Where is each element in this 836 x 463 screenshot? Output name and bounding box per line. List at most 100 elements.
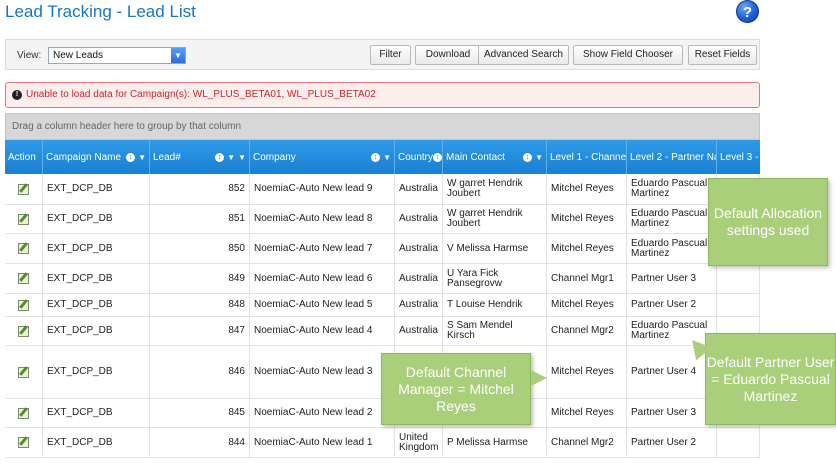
table-row[interactable]: EXT_DCP_DB 850 NoemiaC-Auto New lead 7 Aust… [5, 234, 760, 264]
filter-button[interactable]: Filter [370, 45, 411, 65]
cell-country: Australia [395, 205, 443, 233]
cell-level-1-channel: Channel Mgr1 [547, 264, 627, 293]
chevron-down-icon[interactable]: ▼ [171, 48, 185, 63]
cell-lead-number: 851 [150, 205, 250, 233]
error-message: ! Unable to load data for Campaign(s): W… [5, 82, 760, 108]
column-header-label: Action [8, 151, 36, 163]
sort-desc-icon[interactable]: ▼ [227, 153, 235, 162]
cell-action [5, 428, 43, 457]
column-header-action[interactable]: Action [5, 140, 43, 174]
cell-level-2-partner: Partner User 3 [627, 264, 717, 293]
table-row[interactable]: EXT_DCP_DB 851 NoemiaC-Auto New lead 8 Aust… [5, 205, 760, 234]
column-header-label: Company [253, 151, 296, 163]
column-header-level-3[interactable]: Level 3 - [717, 140, 760, 174]
cell-lead-number: 849 [150, 264, 250, 293]
cell-action [5, 234, 43, 263]
cell-level-1-channel: Channel Mgr2 [547, 428, 627, 457]
column-header-main-contact[interactable]: Main Contact ↕ ▼ [443, 140, 547, 174]
edit-icon[interactable] [18, 183, 29, 195]
cell-level-1-channel: Mitchel Reyes [547, 399, 627, 427]
table-row[interactable]: EXT_DCP_DB 849 NoemiaC-Auto New lead 6 Aust… [5, 264, 760, 294]
cell-level-2-partner: Eduardo Pascual Martinez [627, 234, 717, 263]
cell-action [5, 317, 43, 345]
chevron-down-icon[interactable]: ▼ [535, 153, 543, 162]
cell-level-2-partner: Partner User 2 [627, 428, 717, 457]
cell-campaign-name: EXT_DCP_DB [43, 174, 150, 204]
cell-action [5, 264, 43, 293]
cell-campaign-name: EXT_DCP_DB [43, 399, 150, 427]
table-row[interactable]: EXT_DCP_DB 847 NoemiaC-Auto New lead 4 Aust… [5, 317, 760, 346]
cell-main-contact: W garret Hendrik Joubert [443, 205, 547, 233]
cell-level-2-partner: Partner User 3 [627, 399, 717, 427]
callout-default-channel-manager: Default Channel Manager = Mitchel Reyes [381, 353, 531, 425]
show-field-chooser-button[interactable]: Show Field Chooser [573, 45, 683, 65]
chevron-down-icon[interactable]: ▼ [383, 153, 391, 162]
help-icon[interactable]: ? [736, 0, 759, 23]
cell-lead-number: 850 [150, 234, 250, 263]
cell-level-1-channel: Mitchel Reyes [547, 205, 627, 233]
table-row[interactable]: EXT_DCP_DB 852 NoemiaC-Auto New lead 9 Aust… [5, 174, 760, 205]
edit-icon[interactable] [18, 437, 29, 448]
cell-company: NoemiaC-Auto New lead 2 [250, 399, 395, 427]
cell-company: NoemiaC-Auto New lead 4 [250, 317, 395, 345]
cell-campaign-name: EXT_DCP_DB [43, 264, 150, 293]
edit-icon[interactable] [18, 407, 29, 419]
column-header-label: Lead# [153, 151, 181, 163]
cell-country: United Kingdom [395, 428, 443, 457]
advanced-search-button[interactable]: Advanced Search [478, 45, 569, 65]
cell-level-3 [717, 264, 760, 293]
cell-level-1-channel: Mitchel Reyes [547, 294, 627, 316]
sort-icon[interactable]: ↕ [523, 152, 533, 162]
cell-level-1-channel: Mitchel Reyes [547, 174, 627, 204]
sort-icon[interactable]: ↕ [126, 152, 136, 162]
cell-lead-number: 844 [150, 428, 250, 457]
column-header-label: Country [398, 151, 434, 163]
column-header-label: Level 2 - Partner Na [630, 151, 717, 163]
cell-main-contact: T Louise Hendrik [443, 294, 547, 316]
cell-campaign-name: EXT_DCP_DB [43, 294, 150, 316]
chevron-down-icon[interactable]: ▼ [238, 153, 246, 162]
cell-company: NoemiaC-Auto New lead 1 [250, 428, 395, 457]
cell-action [5, 399, 43, 427]
download-button[interactable]: Download [415, 45, 481, 65]
view-label: View: [17, 50, 42, 61]
error-icon: ! [12, 90, 22, 100]
table-row[interactable]: EXT_DCP_DB 844 NoemiaC-Auto New lead 1 Unit… [5, 428, 760, 458]
cell-company: NoemiaC-Auto New lead 8 [250, 205, 395, 233]
group-by-bar[interactable]: Drag a column header here to group by th… [5, 113, 760, 140]
edit-icon[interactable] [18, 273, 29, 284]
cell-action [5, 205, 43, 233]
cell-level-3 [717, 294, 760, 316]
column-header-country[interactable]: Country ↕ [395, 140, 443, 174]
edit-icon[interactable] [18, 243, 29, 254]
table-row[interactable]: EXT_DCP_DB 848 NoemiaC-Auto New lead 5 Aust… [5, 294, 760, 317]
column-header-level-2[interactable]: Level 2 - Partner Na [627, 140, 717, 174]
cell-company: NoemiaC-Auto New lead 3 [250, 346, 395, 398]
callout-default-partner-user: Default Partner User = Eduardo Pascual M… [705, 333, 836, 425]
sort-icon[interactable]: ↕ [215, 152, 225, 162]
column-header-company[interactable]: Company ↕ ▼ [250, 140, 395, 174]
sort-icon[interactable]: ↕ [371, 152, 381, 162]
edit-icon[interactable] [18, 213, 29, 225]
cell-lead-number: 848 [150, 294, 250, 316]
edit-icon[interactable] [18, 366, 29, 378]
cell-level-2-partner: Partner User 2 [627, 294, 717, 316]
view-select-value: New Leads [53, 50, 104, 61]
cell-main-contact: S Sam Mendel Kirsch [443, 317, 547, 345]
cell-main-contact: U Yara Fick Pansegrovw [443, 264, 547, 293]
cell-campaign-name: EXT_DCP_DB [43, 205, 150, 233]
reset-fields-button[interactable]: Reset Fields [688, 45, 757, 65]
column-header-label: Main Contact [446, 151, 505, 163]
cell-country: Australia [395, 317, 443, 345]
edit-icon[interactable] [18, 325, 29, 337]
cell-lead-number: 852 [150, 174, 250, 204]
cell-action [5, 346, 43, 398]
chevron-down-icon[interactable]: ▼ [138, 153, 146, 162]
cell-action [5, 294, 43, 316]
column-header-lead-number[interactable]: Lead# ↕ ▼ ▼ [150, 140, 250, 174]
view-select[interactable]: New Leads ▼ [48, 47, 186, 64]
column-header-level-1[interactable]: Level 1 - Channel [547, 140, 627, 174]
column-header-campaign-name[interactable]: Campaign Name ↕ ▼ [43, 140, 150, 174]
sort-icon[interactable]: ↕ [433, 152, 442, 162]
edit-icon[interactable] [18, 299, 29, 311]
